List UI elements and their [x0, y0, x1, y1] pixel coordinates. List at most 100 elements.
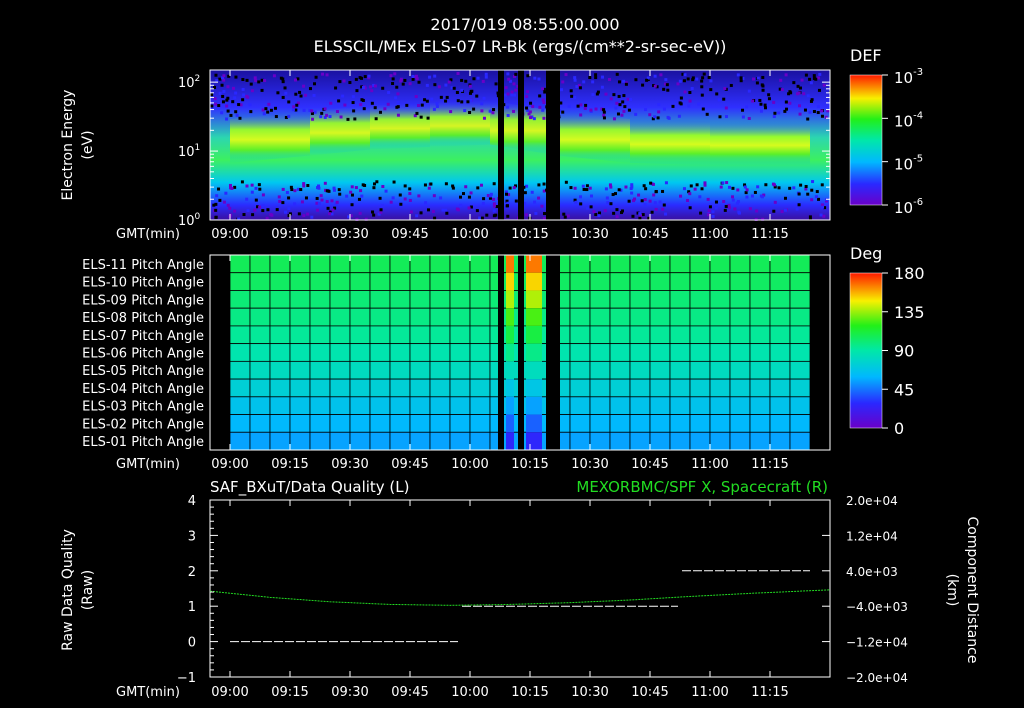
- pitch-cell: [349, 378, 371, 398]
- pitch-anomaly-cell: [526, 308, 542, 326]
- energy-noise-cell: [632, 199, 636, 203]
- x-tick-label: 10:45: [631, 685, 668, 700]
- energy-noise-cell: [233, 185, 237, 189]
- energy-noise-cell: [514, 199, 518, 203]
- energy-noise-cell: [773, 111, 777, 115]
- energy-noise-cell: [395, 85, 399, 89]
- energy-noise-cell: [308, 87, 312, 91]
- energy-noise-cell: [730, 195, 734, 199]
- pitch-cell: [669, 254, 691, 274]
- energy-noise-cell: [653, 115, 657, 119]
- energy-noise-cell: [217, 104, 221, 108]
- energy-noise-cell: [284, 91, 288, 95]
- energy-noise-cell: [261, 209, 265, 213]
- energy-noise-cell: [253, 76, 257, 80]
- energy-noise-cell: [311, 117, 315, 121]
- energy-noise-cell: [538, 94, 542, 98]
- energy-noise-cell: [606, 201, 610, 205]
- energy-noise-cell: [488, 194, 492, 198]
- energy-noise-cell: [257, 80, 261, 84]
- energy-noise-cell: [456, 99, 460, 103]
- energy-noise-cell: [320, 198, 324, 202]
- pitch-cell: [369, 396, 391, 415]
- pitch-anomaly-cell: [526, 379, 542, 397]
- quality-left-tick-label: 0: [188, 636, 196, 651]
- energy-noise-cell: [701, 107, 705, 111]
- energy-noise-cell: [281, 77, 285, 81]
- energy-noise-cell: [277, 195, 281, 199]
- energy-noise-cell: [569, 89, 573, 93]
- energy-noise-cell: [637, 193, 641, 197]
- pitch-cell: [609, 343, 631, 362]
- energy-noise-cell: [725, 181, 729, 185]
- pitch-cell: [609, 272, 631, 291]
- pitch-cell: [309, 272, 331, 291]
- energy-noise-cell: [358, 211, 362, 215]
- energy-noise-cell: [464, 185, 468, 189]
- energy-noise-cell: [582, 80, 586, 84]
- energy-noise-cell: [817, 88, 821, 92]
- pitch-cell: [669, 343, 691, 362]
- energy-noise-cell: [246, 209, 250, 213]
- x-tick-label: 10:00: [451, 227, 488, 242]
- energy-noise-cell: [381, 185, 385, 189]
- energy-noise-cell: [302, 214, 306, 218]
- energy-noise-cell: [808, 110, 812, 114]
- energy-noise-cell: [506, 113, 510, 117]
- energy-noise-cell: [529, 116, 533, 120]
- energy-noise-cell: [806, 192, 810, 196]
- pitch-cell: [569, 396, 591, 415]
- energy-noise-cell: [514, 72, 518, 76]
- energy-noise-cell: [560, 88, 564, 92]
- energy-noise-cell: [507, 77, 511, 81]
- energy-noise-cell: [241, 77, 245, 81]
- pitch-cell: [669, 325, 691, 345]
- energy-noise-cell: [284, 210, 288, 214]
- pitch-cell: [229, 290, 251, 309]
- energy-noise-cell: [589, 194, 593, 198]
- pitch-cell: [749, 431, 771, 451]
- energy-noise-cell: [415, 77, 419, 81]
- pitch-cell: [329, 307, 351, 327]
- energy-noise-cell: [653, 201, 657, 205]
- energy-noise-cell: [312, 93, 316, 97]
- energy-noise-cell: [479, 183, 483, 187]
- x-tick-label: 10:30: [571, 685, 608, 700]
- pitch-cell: [669, 290, 691, 309]
- pitch-cell: [349, 325, 371, 345]
- energy-noise-cell: [569, 186, 573, 190]
- pitch-cell: [269, 272, 291, 291]
- energy-noise-cell: [591, 93, 595, 97]
- pitch-cell: [289, 272, 311, 291]
- energy-noise-cell: [561, 80, 565, 84]
- energy-noise-cell: [425, 99, 429, 103]
- energy-noise-cell: [537, 196, 541, 200]
- energy-noise-cell: [334, 86, 338, 90]
- pitch-row-label: ELS-07 Pitch Angle: [82, 329, 204, 344]
- energy-core-band: [370, 102, 430, 150]
- pitch-cell: [369, 343, 391, 362]
- energy-noise-cell: [399, 202, 403, 206]
- pitch-row-label: ELS-09 Pitch Angle: [82, 293, 204, 308]
- energy-noise-cell: [538, 105, 542, 109]
- x-tick-label: 09:15: [271, 685, 308, 700]
- pitch-cell: [789, 378, 811, 398]
- energy-noise-cell: [218, 77, 222, 81]
- energy-noise-cell: [755, 81, 759, 85]
- x-tick-label: 10:45: [631, 457, 668, 472]
- pitch-cell: [769, 343, 791, 362]
- pitch-cell: [689, 307, 711, 327]
- energy-noise-cell: [649, 181, 653, 185]
- pitch-cell: [769, 290, 791, 309]
- pitch-cell: [589, 272, 611, 291]
- energy-noise-cell: [526, 90, 530, 94]
- energy-noise-cell: [819, 213, 823, 217]
- energy-noise-cell: [705, 112, 709, 116]
- x-tick-label: 11:15: [751, 227, 788, 242]
- energy-noise-cell: [337, 188, 341, 192]
- energy-noise-cell: [351, 101, 355, 105]
- energy-noise-cell: [617, 188, 621, 192]
- deg-tick-label: 0: [894, 419, 904, 438]
- pitch-cell: [669, 414, 691, 433]
- energy-noise-cell: [820, 109, 824, 113]
